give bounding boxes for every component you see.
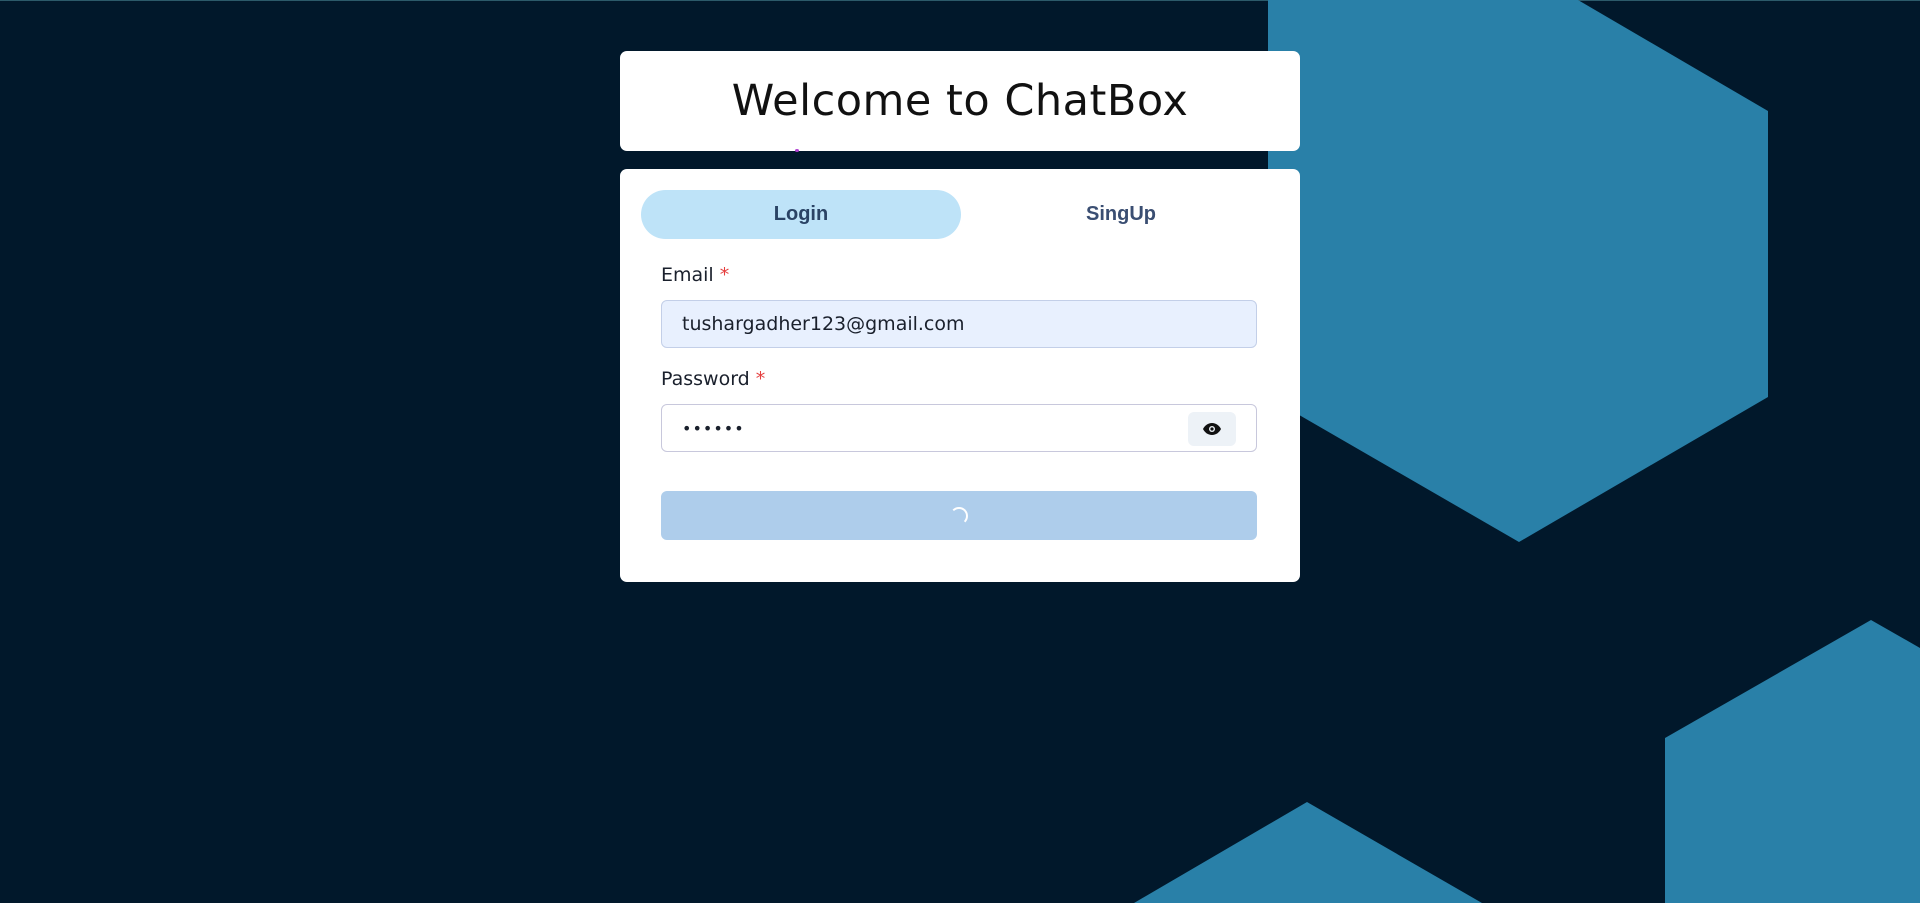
email-required-mark: * <box>719 264 730 286</box>
email-label: Email * <box>661 264 729 286</box>
email-field[interactable]: tushargadher123@gmail.com <box>661 300 1257 348</box>
email-field-value: tushargadher123@gmail.com <box>682 313 965 335</box>
auth-tabs: Login SingUp <box>641 190 1281 239</box>
email-label-text: Email <box>661 264 714 286</box>
page-title: Welcome to ChatBox <box>731 76 1189 126</box>
auth-form-card: Login SingUp Email * tushargadher123@gmai… <box>620 169 1300 582</box>
tab-signup[interactable]: SingUp <box>961 190 1281 239</box>
spinner-icon <box>950 506 968 525</box>
tab-login[interactable]: Login <box>641 190 961 239</box>
password-field[interactable]: •••••• <box>661 404 1257 452</box>
cursor-dot <box>795 149 799 152</box>
password-required-mark: * <box>755 368 766 390</box>
hexagon-top-right <box>1268 0 1768 542</box>
password-label: Password * <box>661 368 765 390</box>
welcome-header-card: Welcome to ChatBox <box>620 51 1300 151</box>
password-field-value: •••••• <box>682 418 745 438</box>
password-label-text: Password <box>661 368 750 390</box>
hexagon-bottom-center <box>1134 802 1482 903</box>
show-password-button[interactable] <box>1188 412 1236 446</box>
hexagon-bottom-right <box>1665 620 1920 903</box>
eye-icon <box>1203 423 1221 435</box>
login-submit-button[interactable] <box>661 491 1257 540</box>
